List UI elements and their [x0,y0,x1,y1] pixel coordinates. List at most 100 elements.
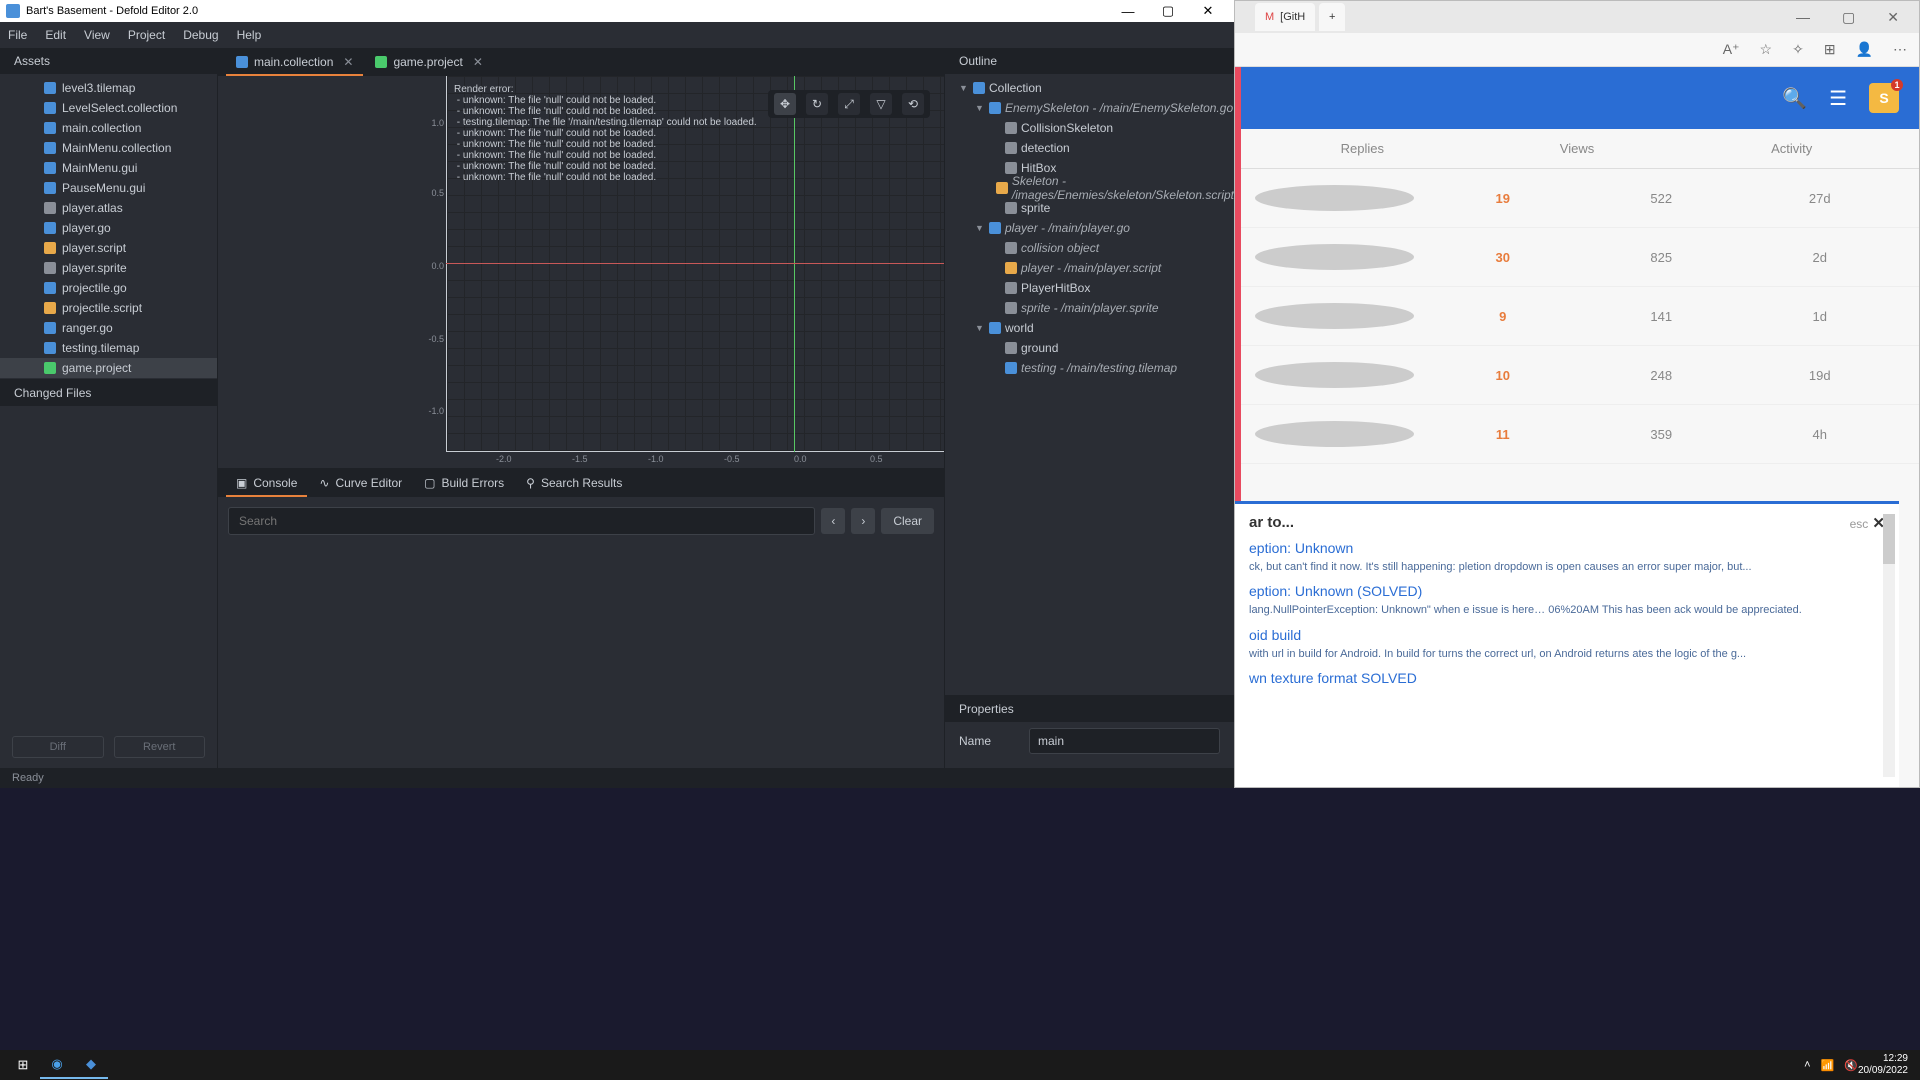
browser-close-button[interactable]: ✕ [1873,9,1913,26]
console-tab[interactable]: ⚲Search Results [516,471,632,497]
outline-item[interactable]: ▼EnemySkeleton - /main/EnemySkeleton.go [945,98,1234,118]
search-icon[interactable]: 🔍 [1782,86,1807,111]
console-clear-button[interactable]: Clear [881,508,934,534]
edge-taskbar-icon[interactable]: ◉ [40,1051,74,1079]
close-tab-icon[interactable]: ✕ [343,55,353,69]
asset-item[interactable]: projectile.script [0,298,217,318]
forum-topic-row[interactable]: 113594h [1235,405,1919,464]
similar-topic-title[interactable]: eption: Unknown [1249,540,1885,556]
console-search-input[interactable] [228,507,815,535]
asset-item[interactable]: game.project [0,358,217,378]
titlebar[interactable]: Bart's Basement - Defold Editor 2.0 — ▢ … [0,0,1234,22]
editor-tab[interactable]: game.project✕ [365,50,492,76]
outline-item[interactable]: Skeleton - /images/Enemies/skeleton/Skel… [945,178,1234,198]
defold-taskbar-icon[interactable]: ◆ [74,1051,108,1079]
favorites-bar-icon[interactable]: ✧ [1792,41,1804,58]
console-next-button[interactable]: › [851,508,875,534]
profile-icon[interactable]: 👤 [1856,41,1873,58]
scene-viewport[interactable]: Render error: - unknown: The file 'null'… [218,76,944,468]
close-tab-icon[interactable]: ✕ [473,55,483,69]
console-prev-button[interactable]: ‹ [821,508,845,534]
outline-item[interactable]: detection [945,138,1234,158]
col-activity[interactable]: Activity [1684,141,1899,156]
rotate-tool-button[interactable]: ↻ [806,93,828,115]
user-avatar[interactable]: S 1 [1869,83,1899,113]
editor-tab[interactable]: main.collection✕ [226,50,363,76]
menu-help[interactable]: Help [237,28,262,42]
asset-item[interactable]: main.collection [0,118,217,138]
console-tab[interactable]: ∿Curve Editor [309,471,412,497]
scale-tool-button[interactable]: ⤢ [838,93,860,115]
more-icon[interactable]: ⋯ [1893,41,1907,58]
similar-topic-title[interactable]: wn texture format SOLVED [1249,670,1885,686]
similar-topic-title[interactable]: oid build [1249,627,1885,643]
tree-caret-icon[interactable]: ▼ [975,103,985,113]
close-button[interactable]: ✕ [1188,3,1228,19]
collections-icon[interactable]: ⊞ [1824,41,1836,58]
similar-close[interactable]: esc ✕ [1850,514,1885,532]
menu-debug[interactable]: Debug [183,28,218,42]
asset-item[interactable]: player.script [0,238,217,258]
asset-item[interactable]: projectile.go [0,278,217,298]
browser-max-button[interactable]: ▢ [1828,9,1869,26]
asset-item[interactable]: player.atlas [0,198,217,218]
tree-caret-icon[interactable]: ▼ [959,83,969,93]
read-aloud-icon[interactable]: A⁺ [1723,41,1740,58]
minimize-button[interactable]: — [1108,4,1148,19]
hamburger-icon[interactable]: ☰ [1829,86,1847,111]
outline-item[interactable]: ▼world [945,318,1234,338]
diff-button[interactable]: Diff [12,736,104,758]
system-tray[interactable]: ˄ 📶 🔇 [1804,1059,1858,1072]
move-tool-button[interactable]: ✥ [774,93,796,115]
tree-caret-icon[interactable]: ▼ [975,223,985,233]
tray-chevron-icon[interactable]: ˄ [1804,1059,1810,1071]
scrollbar[interactable] [1883,514,1895,777]
outline-item[interactable]: player - /main/player.script [945,258,1234,278]
asset-item[interactable]: PauseMenu.gui [0,178,217,198]
browser-tab[interactable]: M [GitH [1255,3,1315,31]
outline-item[interactable]: PlayerHitBox [945,278,1234,298]
tree-caret-icon[interactable]: ▼ [975,323,985,333]
menu-edit[interactable]: Edit [45,28,66,42]
forum-topic-row[interactable]: 1952227d [1235,169,1919,228]
menu-view[interactable]: View [84,28,110,42]
outline-item[interactable]: testing - /main/testing.tilemap [945,358,1234,378]
menu-file[interactable]: File [8,28,27,42]
asset-list[interactable]: level3.tilemapLevelSelect.collectionmain… [0,74,217,379]
similar-topic-title[interactable]: eption: Unknown (SOLVED) [1249,583,1885,599]
console-tab[interactable]: ▣Console [226,471,307,497]
browser-min-button[interactable]: — [1782,9,1824,25]
asset-item[interactable]: testing.tilemap [0,338,217,358]
asset-item[interactable]: player.go [0,218,217,238]
volume-icon[interactable]: 🔇 [1844,1059,1858,1072]
outline-item[interactable]: ground [945,338,1234,358]
menu-project[interactable]: Project [128,28,165,42]
favorite-icon[interactable]: ☆ [1760,41,1773,58]
asset-item[interactable]: MainMenu.collection [0,138,217,158]
asset-item[interactable]: MainMenu.gui [0,158,217,178]
network-icon[interactable]: 📶 [1821,1059,1835,1072]
console-tab[interactable]: ▢Build Errors [414,471,514,497]
outline-item[interactable]: sprite - /main/player.sprite [945,298,1234,318]
outline-item[interactable]: ▼Collection [945,78,1234,98]
refresh-tool-button[interactable]: ⟲ [902,93,924,115]
col-views[interactable]: Views [1470,141,1685,156]
asset-item[interactable]: player.sprite [0,258,217,278]
col-replies[interactable]: Replies [1255,141,1470,156]
outline-item[interactable]: ▼player - /main/player.go [945,218,1234,238]
outline-item[interactable]: collision object [945,238,1234,258]
forum-topic-row[interactable]: 1024819d [1235,346,1919,405]
revert-button[interactable]: Revert [114,736,206,758]
new-tab-button[interactable]: + [1319,3,1345,31]
prop-name-input[interactable] [1029,728,1220,754]
erase-tool-button[interactable]: ▽ [870,93,892,115]
asset-item[interactable]: LevelSelect.collection [0,98,217,118]
asset-item[interactable]: ranger.go [0,318,217,338]
forum-topic-row[interactable]: 308252d [1235,228,1919,287]
outline-tree[interactable]: ▼Collection▼EnemySkeleton - /main/EnemyS… [945,74,1234,695]
asset-item[interactable]: level3.tilemap [0,78,217,98]
forum-topic-row[interactable]: 91411d [1235,287,1919,346]
clock[interactable]: 12:29 20/09/2022 [1858,1053,1914,1077]
start-button[interactable]: ⊞ [6,1051,40,1079]
outline-item[interactable]: CollisionSkeleton [945,118,1234,138]
